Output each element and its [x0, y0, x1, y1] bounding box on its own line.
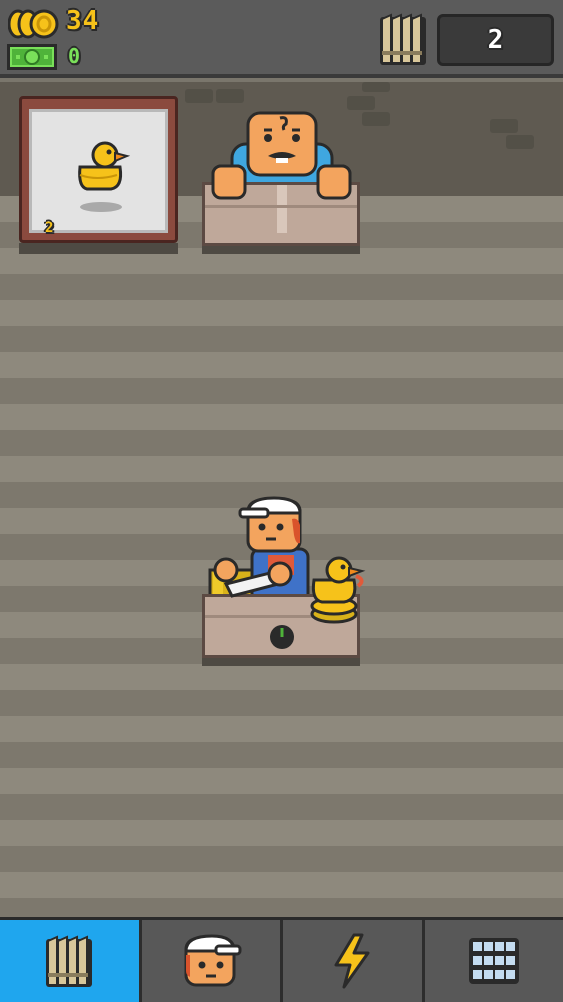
nav-tab-boosts[interactable] [283, 920, 425, 1002]
wall-brick [347, 96, 375, 110]
nav-tab-card-packs[interactable] [0, 920, 142, 1002]
packs-counter-box[interactable]: 2 [437, 14, 554, 66]
top-bar: 34 0 2 [0, 0, 563, 78]
coins-icon [8, 9, 59, 39]
wall-brick [490, 119, 518, 133]
display-case-count: 2 [45, 220, 54, 236]
coins-count: 34 [66, 6, 100, 36]
bottom-nav [0, 917, 563, 1002]
wall-brick [362, 82, 390, 92]
saw-tool-icon [213, 557, 293, 598]
cash-count: 0 [68, 44, 81, 68]
display-case-window: 2 [29, 109, 168, 236]
display-case[interactable]: 2 [19, 96, 178, 243]
wall-brick [506, 135, 534, 149]
lightning-icon [334, 933, 370, 989]
shopkeeper-hands-icon [211, 164, 352, 200]
timer-dial-icon [270, 625, 294, 649]
display-case-shadow [19, 243, 178, 254]
duck-stack-icon [310, 556, 366, 624]
counter-edge [205, 205, 357, 208]
card-packs-icon [46, 935, 93, 987]
wall-brick [216, 89, 244, 103]
rubber-duck-icon [78, 141, 131, 212]
packs-count: 2 [487, 25, 504, 55]
card-packs-icon[interactable] [377, 11, 429, 67]
nav-tab-menu[interactable] [424, 920, 563, 1002]
worker-icon [184, 934, 242, 987]
cash-icon [7, 44, 57, 70]
nav-tab-workers[interactable] [141, 920, 283, 1002]
wall-brick [362, 112, 390, 126]
wall-brick [185, 89, 213, 103]
grid-icon [468, 938, 519, 984]
